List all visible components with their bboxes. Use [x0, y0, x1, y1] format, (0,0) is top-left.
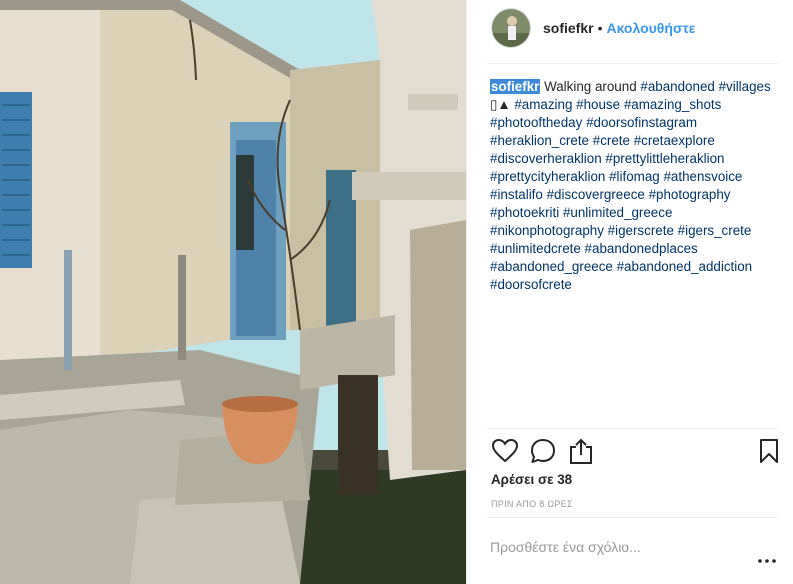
- post-timestamp[interactable]: ΠΡΙΝ ΑΠΟ 8 ΩΡΕΣ: [491, 499, 573, 509]
- hashtag-link[interactable]: #abandoned_addiction: [617, 259, 753, 274]
- hashtag-link[interactable]: #abandoned: [640, 79, 714, 94]
- hashtag-link[interactable]: #lifomag: [609, 169, 660, 184]
- more-options-icon[interactable]: [757, 553, 777, 569]
- hashtag-link[interactable]: #nikonphotography: [490, 223, 604, 238]
- hashtag-link[interactable]: #unlimitedcrete: [490, 241, 581, 256]
- hashtag-link[interactable]: #prettycityheraklion: [490, 169, 605, 184]
- hashtag-link[interactable]: #discoverheraklion: [490, 151, 602, 166]
- header-separator: •: [597, 20, 603, 36]
- header-divider: [487, 63, 778, 64]
- hashtag-link[interactable]: #igerscrete: [608, 223, 674, 238]
- post-header: sofiefkr • Ακολουθήστε: [491, 8, 695, 48]
- hashtag-link[interactable]: #discovergreece: [547, 187, 645, 202]
- hashtag-link[interactable]: #igers_crete: [678, 223, 752, 238]
- action-bar: [489, 437, 781, 467]
- share-icon[interactable]: [567, 437, 595, 465]
- hashtag-link[interactable]: #unlimited_greece: [563, 205, 672, 220]
- hashtag-link[interactable]: #photoekriti: [490, 205, 559, 220]
- caption-username[interactable]: sofiefkr: [490, 79, 541, 94]
- post-photo[interactable]: [0, 0, 466, 584]
- bookmark-icon[interactable]: [755, 437, 783, 465]
- hashtag-link[interactable]: #prettylittleheraklion: [605, 151, 724, 166]
- hashtag-link[interactable]: #house: [576, 97, 620, 112]
- post-caption: sofiefkr Walking around #abandoned #vill…: [490, 78, 782, 294]
- username[interactable]: sofiefkr: [543, 20, 594, 36]
- hashtag-link[interactable]: #abandoned_greece: [490, 259, 613, 274]
- comment-input[interactable]: [490, 537, 750, 557]
- avatar[interactable]: [491, 8, 531, 48]
- speech-bubble-icon[interactable]: [529, 437, 557, 465]
- post-panel: sofiefkr • Ακολουθήστε sofiefkr Walking …: [466, 0, 793, 584]
- hashtag-link[interactable]: #heraklion_crete: [490, 133, 589, 148]
- hashtag-link[interactable]: #photooftheday: [490, 115, 582, 130]
- hashtag-link[interactable]: #photography: [649, 187, 731, 202]
- hashtag-link[interactable]: #villages: [719, 79, 771, 94]
- hashtag-link[interactable]: #doorsofinstagram: [586, 115, 697, 130]
- actions-divider: [487, 428, 778, 429]
- heart-icon[interactable]: [491, 437, 519, 465]
- comment-divider: [487, 517, 778, 518]
- hashtag-link[interactable]: #crete: [593, 133, 630, 148]
- abandoned-house-image: [0, 0, 466, 584]
- hashtag-link[interactable]: #doorsofcrete: [490, 277, 572, 292]
- hashtag-link[interactable]: #athensvoice: [663, 169, 742, 184]
- hashtag-link[interactable]: #amazing_shots: [624, 97, 722, 112]
- follow-button[interactable]: Ακολουθήστε: [606, 20, 695, 36]
- caption-symbols: ▯▲: [490, 97, 515, 112]
- hashtag-link[interactable]: #instalifo: [490, 187, 543, 202]
- hashtag-link[interactable]: #cretaexplore: [634, 133, 715, 148]
- avatar-image: [492, 9, 530, 47]
- hashtag-link[interactable]: #amazing: [514, 97, 572, 112]
- likes-count[interactable]: Αρέσει σε 38: [491, 472, 572, 487]
- caption-text: Walking around: [540, 79, 641, 94]
- hashtag-link[interactable]: #abandonedplaces: [585, 241, 698, 256]
